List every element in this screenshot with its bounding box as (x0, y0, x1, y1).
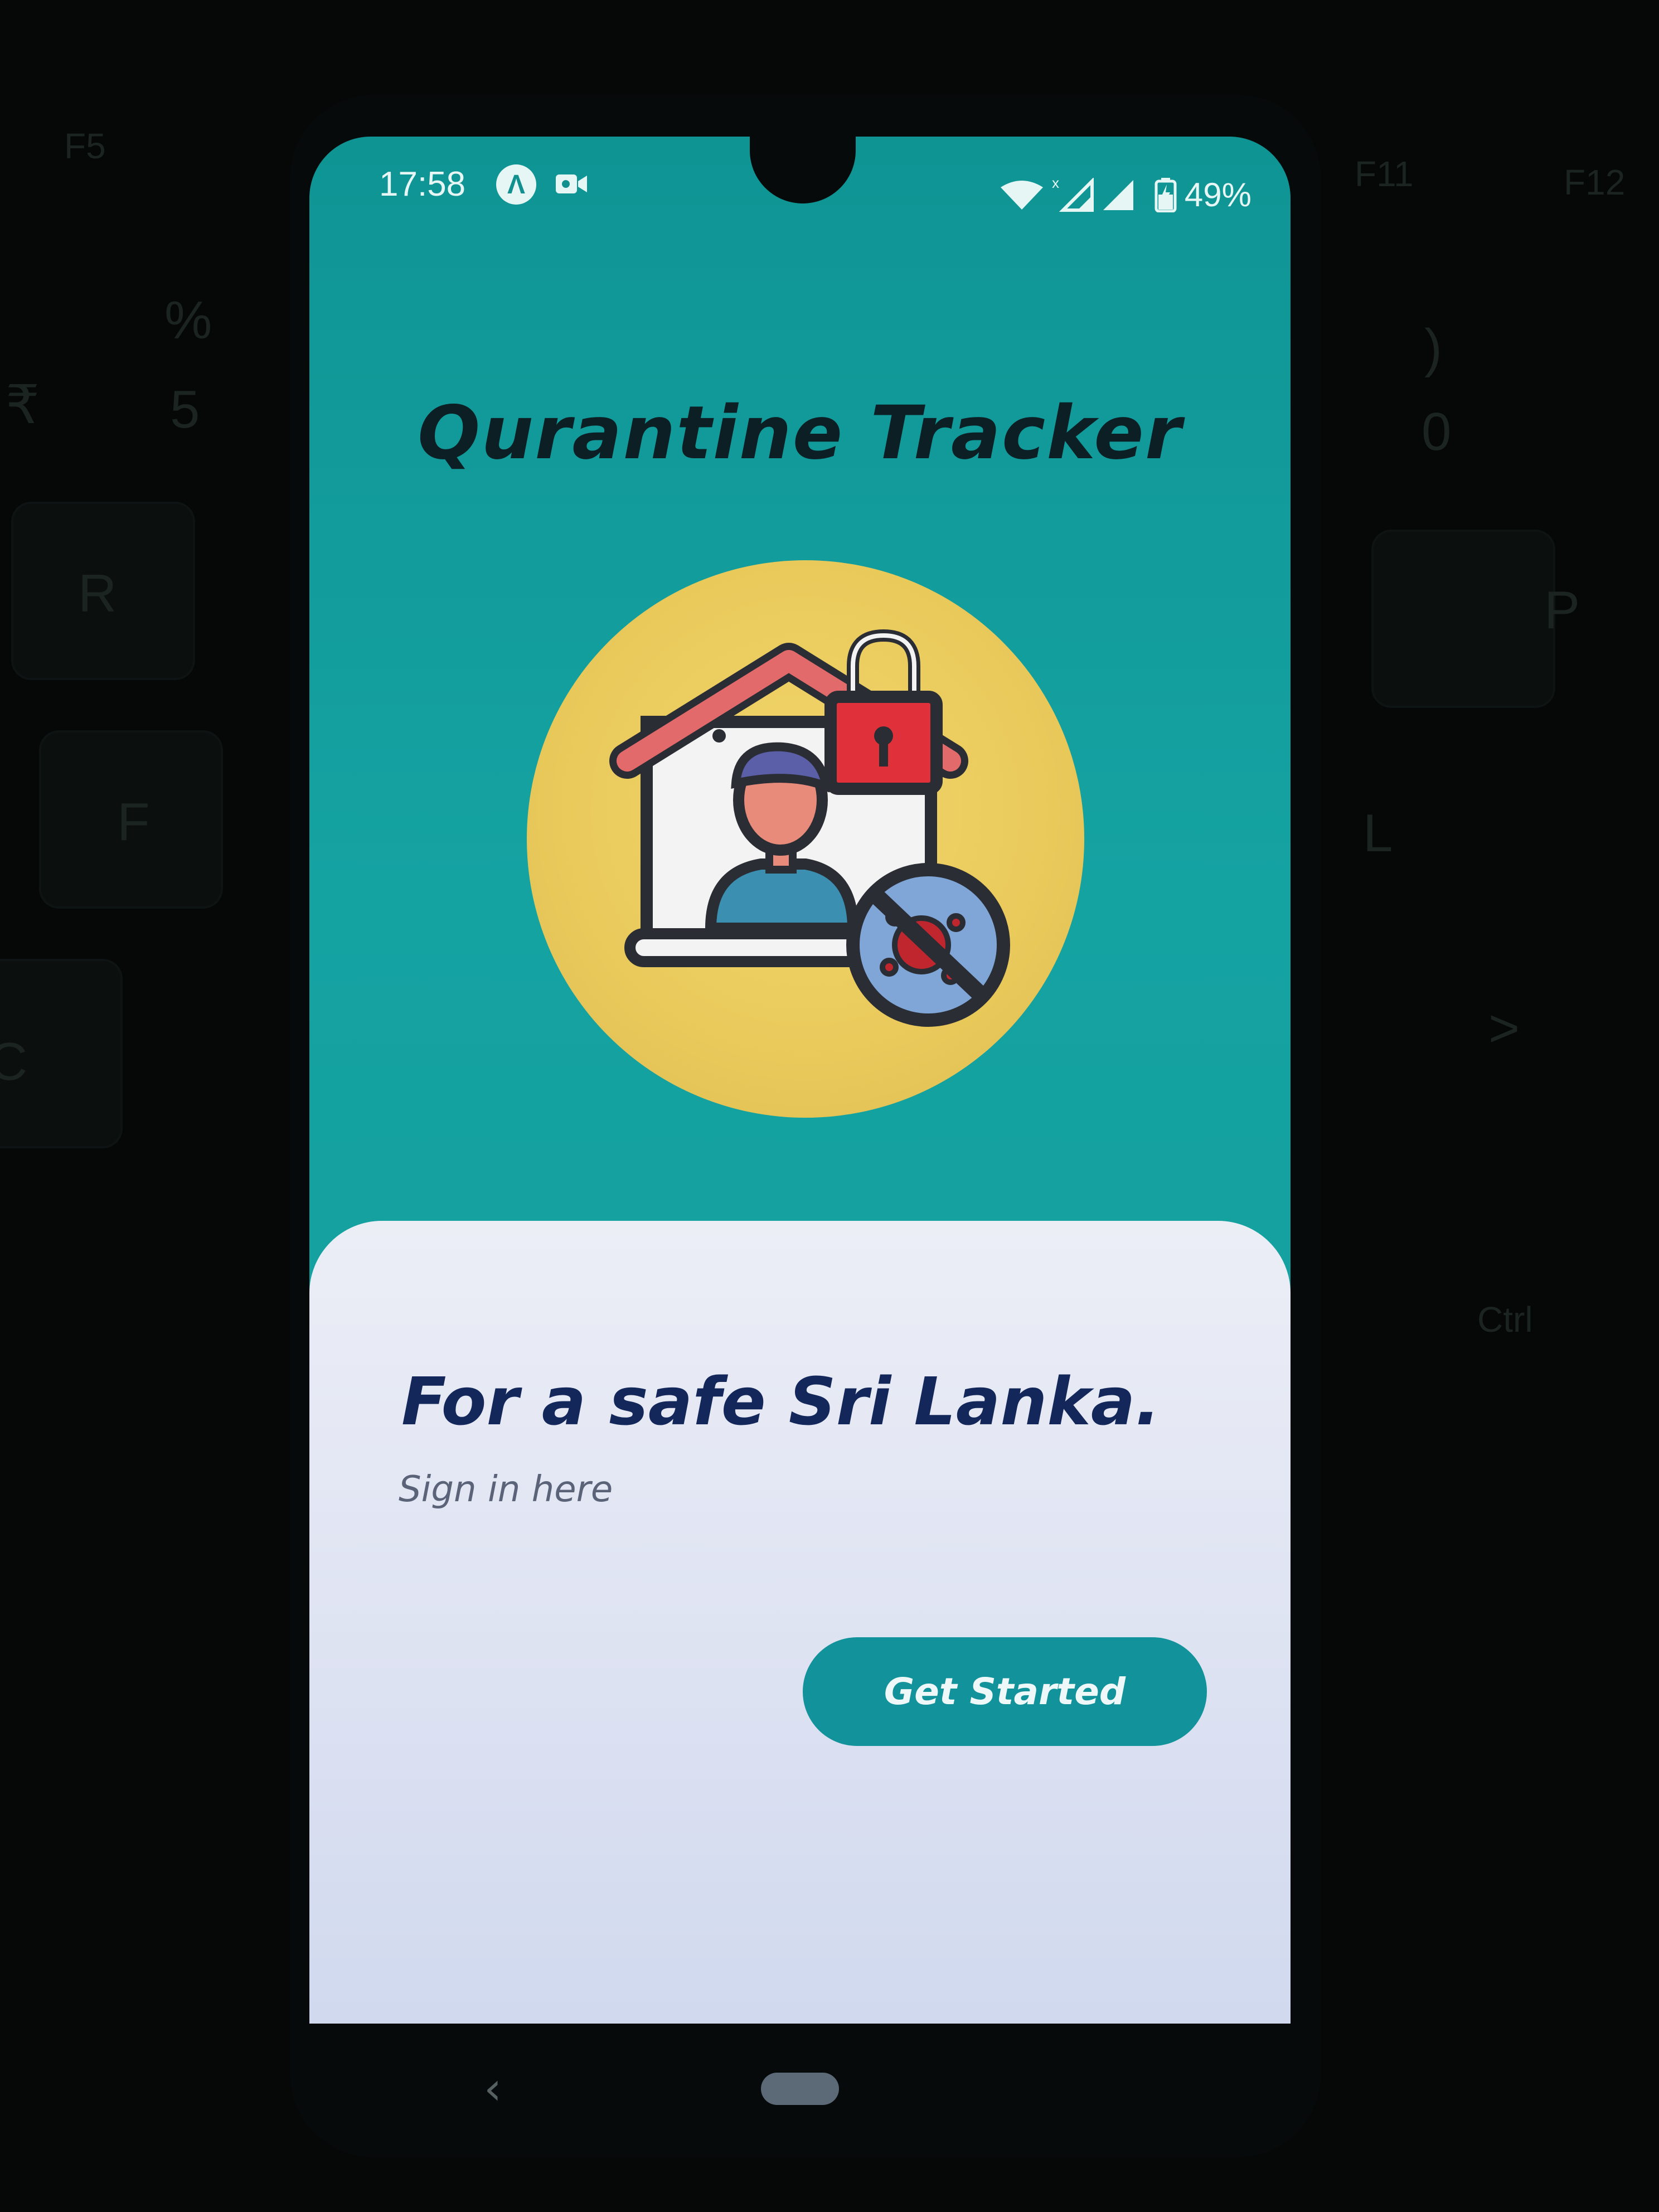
get-started-button[interactable]: Get Started (803, 1637, 1207, 1746)
background-key-label: P (1544, 580, 1580, 640)
background-key-label: 0 (1422, 402, 1452, 462)
background-key-label: C (0, 1032, 28, 1092)
sign-in-subtitle: Sign in here (399, 1469, 613, 1510)
background-key-label: R (78, 564, 117, 623)
background-key-label: F12 (1564, 162, 1626, 202)
background-key-label: F5 (64, 126, 106, 166)
quarantine-house-illustration (609, 629, 1010, 1027)
background-key-label: L (1363, 803, 1393, 863)
background-key-label: % (164, 290, 212, 350)
wifi-icon (1000, 180, 1043, 210)
background-key-label: F (117, 792, 150, 852)
status-icons: x 49% (1000, 176, 1251, 214)
video-camera-icon (556, 174, 587, 193)
background-keycap (1371, 530, 1555, 708)
welcome-heading: For a safe Sri Lanka. (401, 1363, 1161, 1440)
welcome-card (309, 1221, 1291, 2024)
svg-text:x: x (1052, 178, 1059, 191)
background-key-label: 5 (170, 380, 200, 439)
background-key-label: Ctrl (1477, 1299, 1533, 1340)
background-key-label: ₹ (6, 375, 40, 435)
status-time: 17:58 (379, 165, 466, 203)
status-bar: 17:58 Λ x 49% (309, 153, 1291, 215)
app-title: Qurantine Tracker (418, 390, 1182, 476)
battery-percentage: 49% (1184, 176, 1251, 214)
background-key-label: ) (1424, 318, 1442, 378)
signal-icon: x (1052, 177, 1133, 212)
background-key-label: F11 (1355, 154, 1414, 194)
back-icon[interactable]: ‹ (484, 2063, 502, 2114)
battery-icon (1154, 177, 1177, 212)
background-key-label: > (1488, 998, 1520, 1058)
home-pill-icon[interactable] (761, 2073, 839, 2105)
app-notification-icon: Λ (496, 164, 536, 205)
